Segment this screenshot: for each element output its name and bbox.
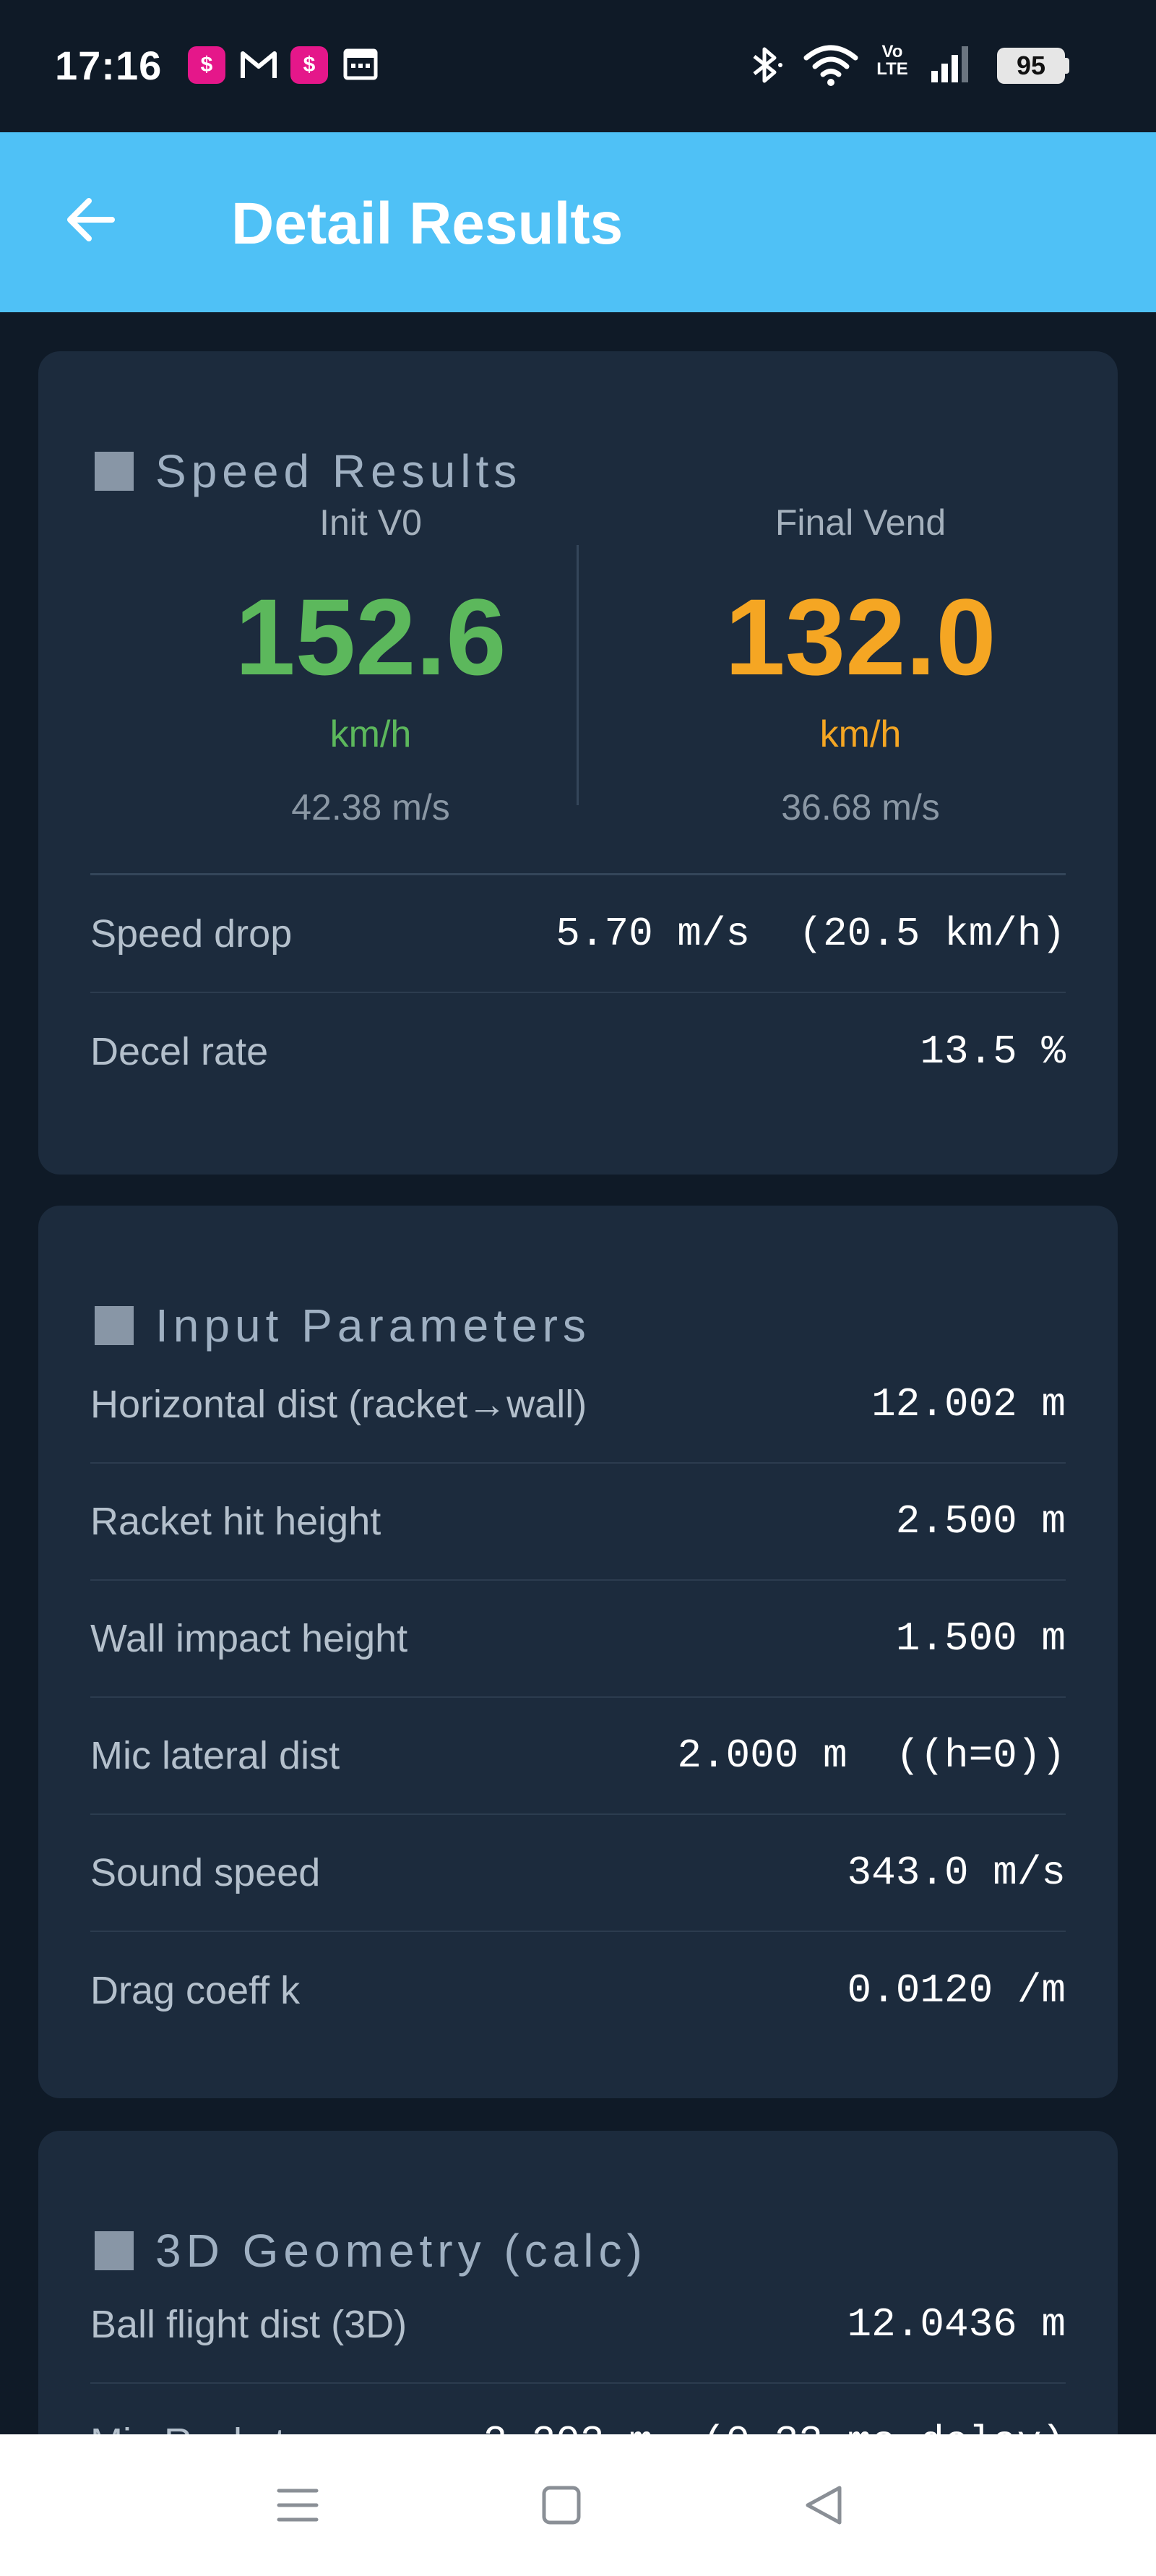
section-title-text: Speed Results xyxy=(155,445,522,497)
input-parameters-card: Input Parameters Horizontal dist (racket… xyxy=(38,1206,1118,2098)
page-title: Detail Results xyxy=(231,191,624,257)
row-value: 12.0436 m xyxy=(847,2301,1066,2348)
signal-icon xyxy=(928,42,975,89)
param-row: Horizontal dist (racket→wall) 12.002 m xyxy=(90,1347,1066,1464)
speed-section-divider xyxy=(90,873,1066,875)
row-label: Racket hit height xyxy=(90,1500,381,1543)
app-bar: Detail Results xyxy=(0,132,1156,312)
back-nav-button[interactable] xyxy=(788,2469,860,2541)
section-title-text: Input Parameters xyxy=(155,1300,591,1352)
gmail-icon xyxy=(238,46,279,87)
speed-drop-row: Speed drop 5.70 m/s (20.5 km/h) xyxy=(90,876,1066,993)
wifi-icon xyxy=(802,42,860,92)
bluetooth-icon xyxy=(744,43,788,90)
param-row: Drag coeff k 0.0120 /m xyxy=(90,1932,1066,2049)
status-time: 17:16 xyxy=(55,43,163,88)
final-speed-unit: km/h xyxy=(819,713,902,755)
battery-tip xyxy=(1065,58,1069,74)
param-row: Wall impact height 1.500 m xyxy=(90,1581,1066,1698)
row-label: Speed drop xyxy=(90,912,293,956)
row-value: 1.500 m xyxy=(895,1615,1066,1662)
param-row: Sound speed 343.0 m/s xyxy=(90,1815,1066,1932)
section-square-icon xyxy=(95,452,134,491)
home-square-icon xyxy=(542,2486,581,2525)
notification-badge-icon: $ xyxy=(188,46,225,84)
row-value: 13.5 % xyxy=(920,1029,1066,1075)
section-square-icon xyxy=(95,2231,134,2270)
init-speed-label: Init V0 xyxy=(319,502,422,543)
speed-divider xyxy=(577,545,579,805)
row-label: Wall impact height xyxy=(90,1617,408,1660)
row-label: Sound speed xyxy=(90,1851,321,1894)
row-value: 5.70 m/s (20.5 km/h) xyxy=(556,911,1066,957)
back-button[interactable] xyxy=(51,180,130,259)
row-label: Ball flight dist (3D) xyxy=(90,2303,407,2346)
init-speed-ms: 42.38 m/s xyxy=(291,787,450,828)
row-value: 343.0 m/s xyxy=(847,1850,1066,1896)
arrow-left-icon xyxy=(67,198,115,241)
init-speed-unit: km/h xyxy=(329,713,412,755)
menu-button[interactable] xyxy=(262,2469,334,2541)
final-speed-label: Final Vend xyxy=(775,502,946,543)
speed-results-card: Speed Results Init V0 152.6 km/h 42.38 m… xyxy=(38,351,1118,1175)
battery-icon: 95 xyxy=(997,48,1065,84)
row-value: 12.002 m xyxy=(871,1381,1066,1427)
final-speed-ms: 36.68 m/s xyxy=(781,787,940,828)
notification-badge-icon: $ xyxy=(290,46,328,84)
input-parameters-title: Input Parameters xyxy=(95,1297,591,1354)
param-row: Racket hit height 2.500 m xyxy=(90,1464,1066,1581)
row-value: 0.0120 /m xyxy=(847,1967,1066,2014)
status-bar: 17:16 $ $ Vo LTE 95 xyxy=(0,0,1156,132)
row-value: 2.000 m ((h=0)) xyxy=(677,1733,1066,1779)
decel-rate-row: Decel rate 13.5 % xyxy=(90,993,1066,1110)
row-value: 2.500 m xyxy=(895,1498,1066,1545)
row-label: Drag coeff k xyxy=(90,1969,301,2012)
volte-icon: Vo LTE xyxy=(876,42,908,79)
menu-icon xyxy=(277,2489,319,2522)
row-label: Mic lateral dist xyxy=(90,1734,340,1777)
speed-results-title: Speed Results xyxy=(95,442,522,500)
navigation-bar xyxy=(0,2434,1156,2576)
geometry-row: Ball flight dist (3D) 12.0436 m xyxy=(90,2267,1066,2384)
home-button[interactable] xyxy=(525,2469,598,2541)
calendar-icon xyxy=(342,46,379,86)
row-label: Decel rate xyxy=(90,1030,269,1073)
init-speed-value: 152.6 xyxy=(235,576,506,697)
final-speed-value: 132.0 xyxy=(725,576,996,697)
back-triangle-icon xyxy=(806,2486,842,2525)
row-label: Horizontal dist (racket→wall) xyxy=(90,1383,587,1426)
param-row: Mic lateral dist 2.000 m ((h=0)) xyxy=(90,1698,1066,1815)
section-square-icon xyxy=(95,1306,134,1345)
